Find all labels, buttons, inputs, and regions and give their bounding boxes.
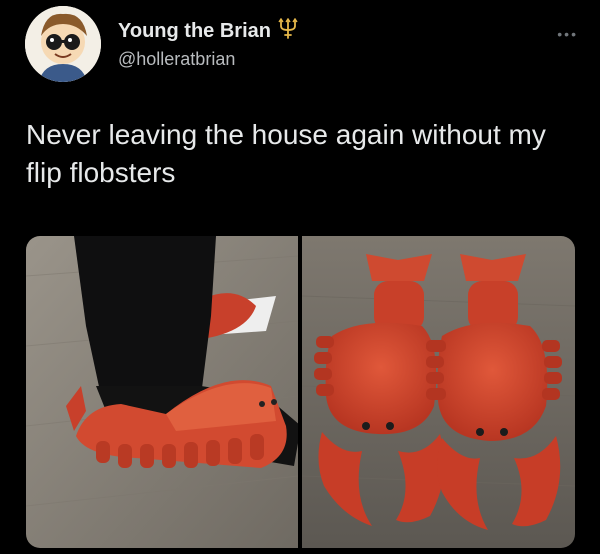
- photo-image: [302, 236, 575, 548]
- display-name[interactable]: Young the Brian: [118, 20, 271, 43]
- avatar-image: [25, 6, 101, 82]
- photo-image: [26, 236, 298, 548]
- user-info: Young the Brian @holleratbrian: [118, 17, 299, 70]
- photo-lobster-slippers-pair[interactable]: [302, 236, 575, 548]
- avatar[interactable]: [25, 6, 101, 82]
- display-name-row: Young the Brian: [118, 17, 299, 45]
- more-options-icon[interactable]: •••: [557, 26, 578, 42]
- handle[interactable]: @holleratbrian: [118, 49, 299, 70]
- trident-icon: [277, 17, 299, 45]
- tweet: Young the Brian @holleratbrian ••• Never…: [0, 0, 600, 554]
- photo-lobster-slippers-worn[interactable]: [26, 236, 298, 548]
- tweet-text: Never leaving the house again without my…: [26, 119, 546, 188]
